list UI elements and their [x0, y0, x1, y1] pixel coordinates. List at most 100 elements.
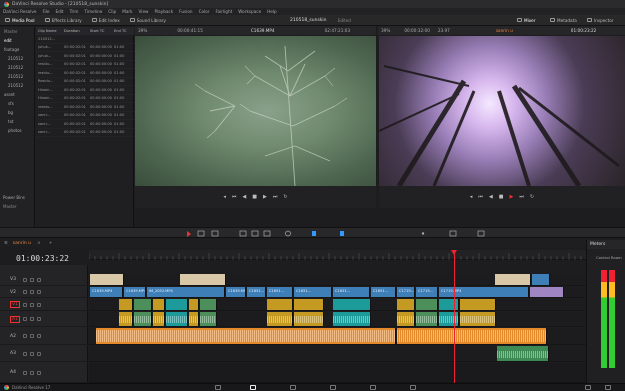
audio-clip[interactable] — [416, 312, 438, 326]
play-icon[interactable]: ▶ — [510, 194, 514, 200]
add-tab-icon[interactable]: + — [49, 241, 53, 246]
edit-index-button[interactable]: Edit Index — [87, 15, 125, 26]
close-tab-icon[interactable]: × — [37, 241, 41, 246]
timeline-clip[interactable] — [532, 274, 550, 285]
track-v3[interactable] — [89, 274, 586, 286]
audio-clip[interactable] — [267, 312, 293, 326]
bin-item[interactable]: 210512 — [0, 63, 34, 72]
timeline-clip[interactable] — [119, 299, 133, 310]
audio-clip[interactable] — [460, 312, 496, 326]
lock-icon[interactable] — [23, 317, 27, 321]
source-viewer-image[interactable] — [135, 36, 376, 186]
clip-list-row[interactable]: juhuk... 00:00:02:01 00:00:00:00 01:00 — [36, 44, 134, 52]
track-header[interactable]: A1 — [0, 312, 88, 327]
clip-list-row[interactable]: juhuk... 00:00:02:01 00:00:00:00 01:00 — [36, 52, 134, 61]
eye-icon[interactable] — [30, 334, 34, 338]
menu-item[interactable]: Fairlight — [216, 9, 233, 14]
timeline-clip[interactable] — [397, 299, 415, 310]
menu-item[interactable]: Mark — [122, 9, 132, 14]
media-page-icon[interactable] — [215, 385, 221, 390]
eye-icon[interactable] — [30, 277, 34, 282]
timeline-clip[interactable] — [90, 274, 124, 285]
toggle-icon[interactable] — [37, 277, 41, 282]
track-a1[interactable] — [89, 312, 586, 327]
bin-item[interactable]: footage — [0, 45, 34, 54]
audio-clip[interactable] — [119, 312, 133, 326]
timeline-clip[interactable]: C1719... — [397, 287, 415, 297]
timeline-menu-icon[interactable]: ≡ — [4, 241, 8, 246]
fairlight-page-icon[interactable] — [370, 385, 376, 390]
menu-item[interactable]: View — [139, 9, 149, 14]
track-header[interactable]: A2 — [0, 328, 88, 345]
step-forward-icon[interactable]: ⏭ — [519, 194, 524, 200]
toggle-icon[interactable] — [37, 351, 41, 356]
bin-item[interactable]: asset — [0, 90, 34, 99]
program-viewer-image[interactable] — [379, 36, 625, 186]
audio-clip[interactable] — [294, 312, 324, 326]
timeline-clip[interactable] — [495, 274, 531, 285]
menu-item[interactable]: Trim — [70, 9, 79, 14]
track-header[interactable]: V2 — [0, 287, 88, 298]
audio-clip[interactable] — [397, 312, 415, 326]
audio-clip[interactable] — [153, 312, 165, 326]
clip-list-row[interactable]: residu... 00:00:02:01 00:00:00:00 01:00 — [36, 69, 134, 78]
lock-icon[interactable] — [23, 351, 27, 356]
track-header[interactable]: A4 — [0, 363, 88, 383]
effects-library-button[interactable]: Effects Library — [40, 15, 87, 26]
bin-master[interactable]: Master — [0, 27, 34, 36]
timeline-tab[interactable]: sanrin u — [13, 241, 31, 246]
media-pool-button[interactable]: Media Pool — [0, 15, 40, 26]
bin-item[interactable]: 210512 — [0, 72, 34, 81]
audio-clip[interactable] — [189, 312, 199, 326]
track-a3[interactable] — [89, 346, 586, 362]
stop-icon[interactable]: ■ — [252, 194, 257, 200]
track-v1[interactable] — [89, 299, 586, 311]
sound-library-button[interactable]: Sound Library — [125, 15, 171, 26]
color-page-icon[interactable] — [330, 385, 336, 390]
audio-clip[interactable] — [497, 346, 549, 361]
clip-list-row[interactable]: Residu... 00:00:02:01 00:00:00:00 01:00 — [36, 78, 134, 86]
lock-icon[interactable] — [23, 334, 27, 338]
loop-icon[interactable]: ↻ — [530, 194, 534, 200]
timeline-clip[interactable] — [153, 299, 165, 310]
toggle-icon[interactable] — [37, 290, 41, 294]
fusion-page-icon[interactable] — [290, 385, 296, 390]
track-a4[interactable] — [89, 363, 586, 383]
program-timeline-name[interactable]: sanrin u — [496, 28, 513, 33]
lock-icon[interactable] — [23, 277, 27, 282]
jog-left-icon[interactable]: ◂ — [223, 194, 226, 200]
timeline-clip[interactable]: C1719... — [416, 287, 438, 297]
bin-item[interactable]: photos — [0, 126, 34, 135]
menu-item[interactable]: Help — [267, 9, 277, 14]
clip-list-row[interactable]: 210512... — [36, 35, 134, 44]
timeline-clip[interactable] — [439, 299, 459, 310]
bin-item[interactable]: sfx — [0, 99, 34, 108]
metadata-button[interactable]: Metadata — [545, 15, 582, 26]
audio-clip[interactable] — [166, 312, 188, 326]
bin-item[interactable]: 210512 — [0, 54, 34, 63]
timeline-clip[interactable]: C1639.MP4 — [226, 287, 246, 297]
audio-clip[interactable] — [200, 312, 217, 326]
track-v2[interactable]: C1639.MP4C1639.MP4IM_2052.MP4C1639.MP4C1… — [89, 287, 586, 298]
column-header[interactable]: Start TC — [90, 29, 114, 33]
timeline-clip[interactable] — [180, 274, 226, 285]
timeline-ruler[interactable] — [88, 250, 586, 260]
track-a2[interactable] — [89, 328, 586, 345]
stop-icon[interactable]: ■ — [499, 194, 504, 200]
step-forward-icon[interactable]: ⏭ — [273, 194, 278, 200]
eye-icon[interactable] — [30, 370, 34, 375]
clip-list-row[interactable]: Hirwin... 00:00:02:01 00:00:00:00 01:00 — [36, 86, 134, 95]
loop-icon[interactable]: ↻ — [283, 194, 287, 200]
menu-item[interactable]: File — [42, 9, 49, 14]
timeline-clip[interactable]: C1651... — [267, 287, 293, 297]
column-header[interactable]: End TC — [114, 29, 134, 33]
lock-icon[interactable] — [23, 290, 27, 294]
track-header[interactable]: V3 — [0, 274, 88, 286]
eye-icon[interactable] — [30, 302, 34, 307]
audio-clip[interactable] — [134, 312, 152, 326]
timeline-clip[interactable]: C1639.MP4 — [124, 287, 146, 297]
eye-icon[interactable] — [30, 351, 34, 356]
menu-item[interactable]: Clip — [108, 9, 116, 14]
lock-icon[interactable] — [23, 370, 27, 375]
timeline-clip[interactable]: C1639.MP4 — [90, 287, 123, 297]
